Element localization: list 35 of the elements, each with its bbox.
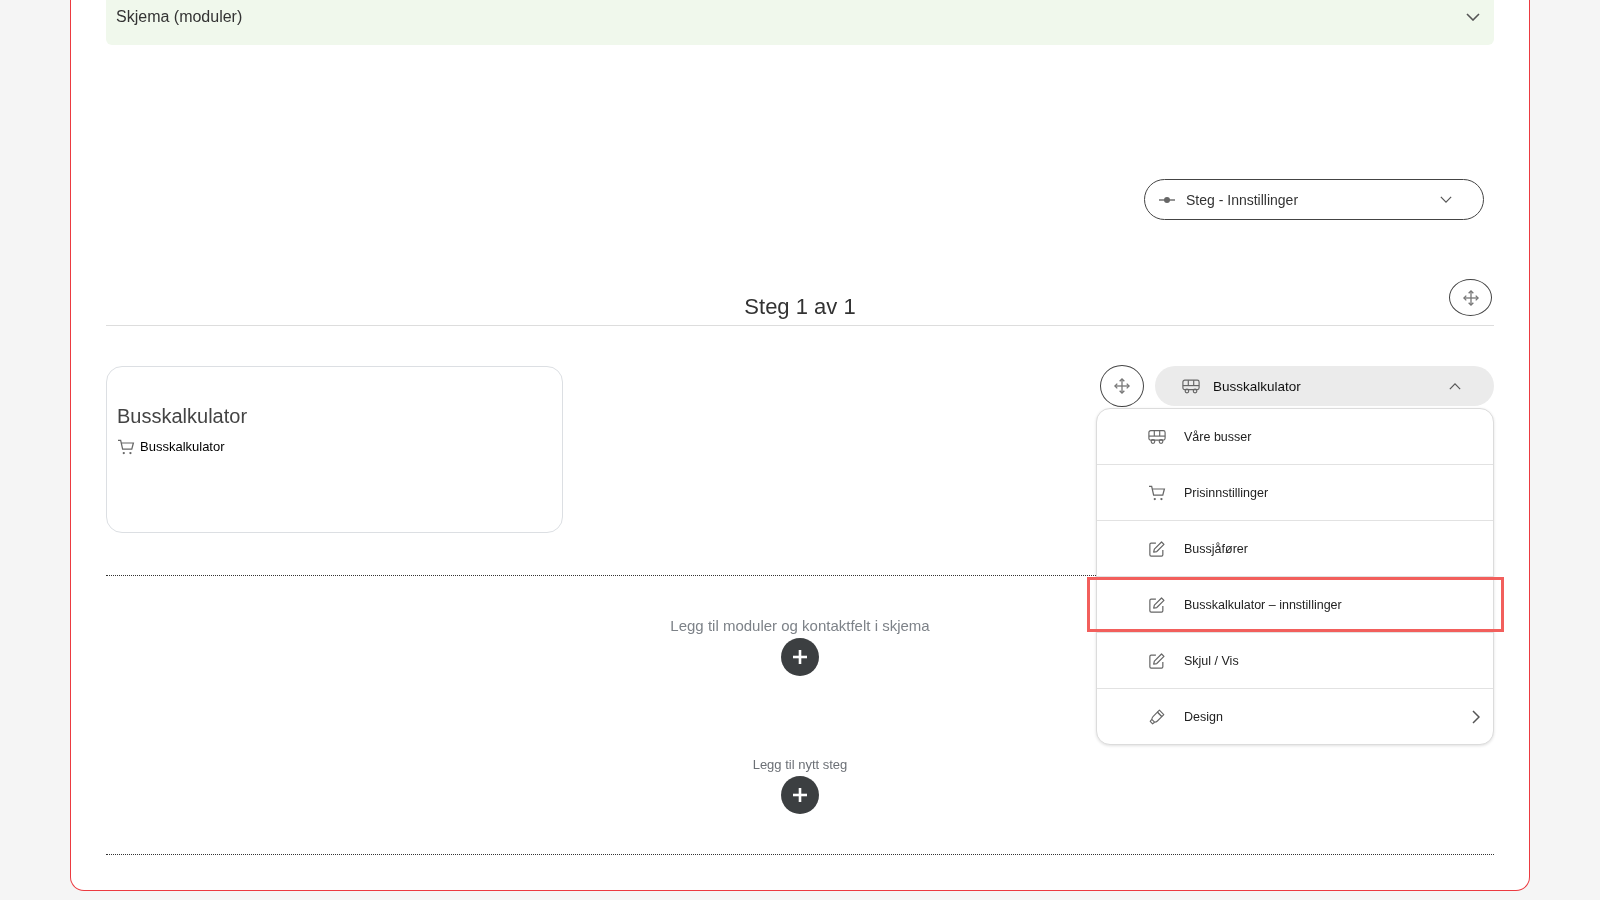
module-menu-button[interactable]: Busskalkulator: [1155, 366, 1494, 406]
move-step-button[interactable]: [1449, 279, 1492, 316]
menu-item[interactable]: Busskalkulator – innstillinger: [1097, 577, 1493, 633]
menu-item[interactable]: Skjul / Vis: [1097, 633, 1493, 689]
chevron-down-icon: [1466, 13, 1480, 21]
menu-item[interactable]: Design: [1097, 689, 1493, 744]
edit-icon: [1148, 652, 1166, 669]
section-header[interactable]: Skjema (moduler): [106, 0, 1494, 45]
add-step-button[interactable]: [781, 776, 819, 814]
add-module-button[interactable]: [781, 638, 819, 676]
chevron-right-icon: [1472, 709, 1480, 724]
move-icon: [1462, 289, 1479, 306]
cart-icon: [117, 439, 135, 455]
plus-icon: [793, 788, 807, 802]
move-icon: [1114, 378, 1130, 394]
chevron-up-icon: [1449, 382, 1461, 390]
chevron-down-icon: [1440, 196, 1452, 203]
module-item-label: Busskalkulator: [140, 439, 225, 455]
edit-icon: [1148, 596, 1166, 613]
menu-item[interactable]: Prisinnstillinger: [1097, 465, 1493, 521]
move-module-button[interactable]: [1100, 365, 1144, 407]
menu-item[interactable]: Våre busser: [1097, 409, 1493, 465]
bus-icon: [1148, 428, 1166, 445]
step-icon: [1159, 196, 1175, 203]
add-step-label: Legg til nytt steg: [752, 757, 848, 773]
add-module-label: Legg til moduler og kontaktfelt i skjema: [670, 617, 930, 635]
brush-icon: [1148, 708, 1166, 725]
step-settings-dropdown[interactable]: Steg - Innstillinger: [1144, 179, 1484, 220]
plus-icon: [793, 650, 807, 664]
bus-icon: [1182, 378, 1200, 394]
step-heading: Steg 1 av 1: [744, 294, 856, 320]
edit-icon: [1148, 540, 1166, 557]
cart-icon: [1148, 484, 1166, 501]
module-title: Busskalkulator: [117, 404, 249, 428]
menu-item[interactable]: Bussjåfører: [1097, 521, 1493, 577]
